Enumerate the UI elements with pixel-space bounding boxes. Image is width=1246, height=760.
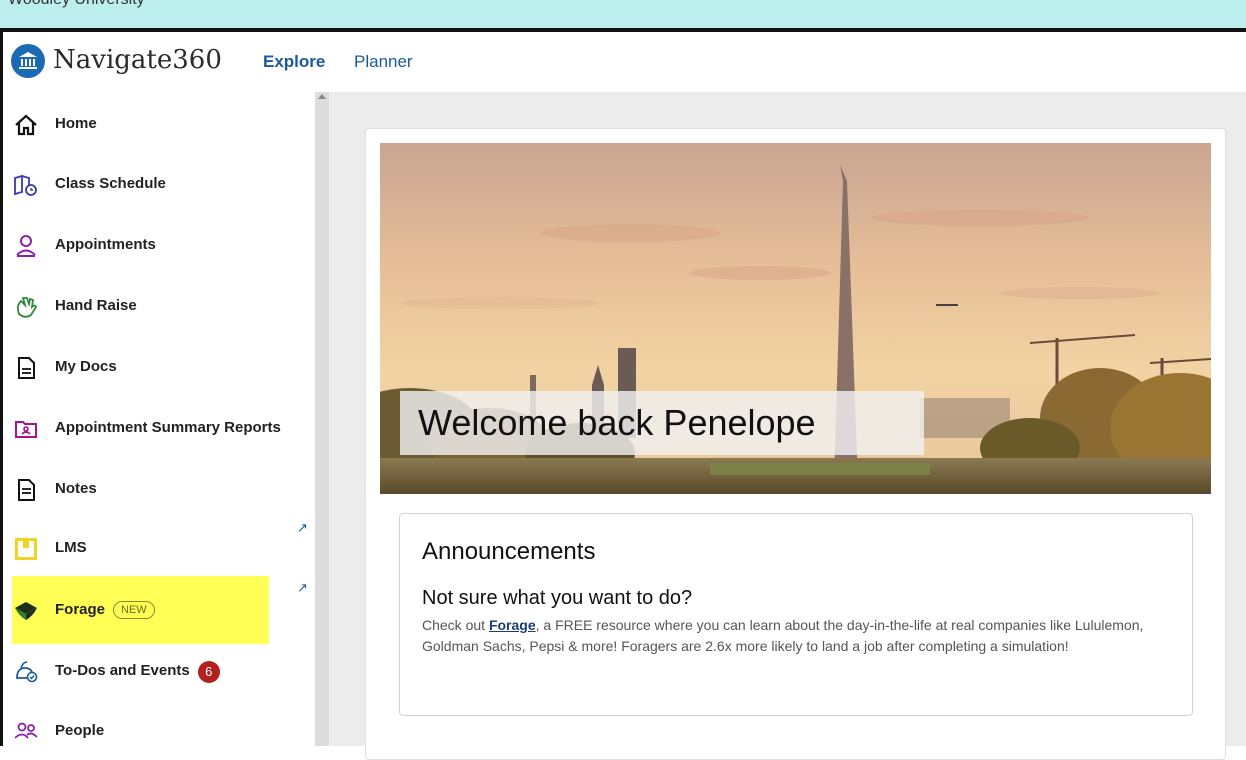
- sidebar: Home Class Schedule Appointments Hand Ra…: [3, 92, 315, 746]
- home-icon: [15, 114, 37, 136]
- sidebar-item-label: To-Dos and Events 6: [55, 661, 220, 683]
- sidebar-scrollbar[interactable]: [315, 92, 329, 746]
- sidebar-item-lms[interactable]: LMS: [3, 524, 303, 572]
- window-title-bar: Woodley University: [0, 0, 1246, 32]
- todo-count-badge: 6: [197, 661, 220, 683]
- tab-planner[interactable]: Planner: [354, 52, 413, 72]
- sidebar-item-label: Home: [55, 115, 97, 132]
- forage-icon: [15, 602, 37, 620]
- sidebar-item-class-schedule[interactable]: Class Schedule: [3, 160, 303, 208]
- university-logo-icon[interactable]: [11, 44, 45, 78]
- announcement-title: Not sure what you want to do?: [422, 587, 693, 609]
- sidebar-item-hand-raise[interactable]: Hand Raise: [3, 282, 303, 330]
- external-link-icon[interactable]: ↗: [297, 580, 308, 596]
- sidebar-item-notes[interactable]: Notes: [3, 465, 303, 513]
- sidebar-item-label: Notes: [55, 480, 97, 497]
- tab-explore[interactable]: Explore: [263, 52, 325, 72]
- sidebar-item-label: Forage NEW: [55, 601, 155, 619]
- class-schedule-icon: [14, 174, 37, 196]
- sidebar-item-label: Appointment Summary Reports: [55, 419, 281, 436]
- sidebar-item-label: LMS: [55, 539, 87, 556]
- announcements-heading: Announcements: [422, 538, 596, 565]
- notes-icon: [18, 479, 35, 501]
- forage-link[interactable]: Forage: [489, 617, 536, 633]
- sidebar-item-appointment-summary-reports[interactable]: Appointment Summary Reports: [3, 404, 303, 452]
- sidebar-item-label: Appointments: [55, 236, 156, 253]
- app-header: Navigate360 Explore Planner: [3, 32, 1246, 93]
- todos-label: To-Dos and Events: [55, 662, 190, 679]
- person-icon: [16, 235, 36, 257]
- sidebar-item-home[interactable]: Home: [3, 100, 303, 148]
- sidebar-item-appointments[interactable]: Appointments: [3, 221, 303, 269]
- announcement-body: Check out Forage, a FREE resource where …: [422, 615, 1172, 657]
- forage-label: Forage: [55, 601, 106, 618]
- hand-raise-icon: [16, 297, 37, 318]
- document-icon: [18, 357, 35, 379]
- people-icon: [14, 722, 38, 739]
- folder-report-icon: [15, 421, 37, 438]
- window-title: Woodley University: [8, 0, 145, 9]
- external-link-icon[interactable]: ↗: [297, 520, 308, 536]
- sidebar-item-forage[interactable]: Forage NEW: [3, 586, 303, 634]
- sidebar-item-todos-events[interactable]: To-Dos and Events 6: [3, 646, 303, 694]
- lms-icon: [15, 538, 37, 560]
- announcement-text-before: Check out: [422, 617, 489, 633]
- sidebar-item-label: People: [55, 722, 105, 739]
- todo-icon: [16, 661, 38, 683]
- scroll-up-icon[interactable]: [318, 94, 326, 99]
- new-badge: NEW: [113, 601, 155, 619]
- sidebar-item-label: Class Schedule: [55, 175, 166, 192]
- brand-name: Navigate360: [53, 45, 222, 75]
- sidebar-item-people[interactable]: People: [3, 707, 303, 755]
- sidebar-item-label: Hand Raise: [55, 297, 137, 314]
- welcome-message: Welcome back Penelope: [418, 402, 816, 443]
- welcome-banner: Welcome back Penelope: [400, 391, 924, 455]
- sidebar-item-my-docs[interactable]: My Docs: [3, 343, 303, 391]
- sidebar-item-label: My Docs: [55, 358, 117, 375]
- announcements-panel: Announcements Not sure what you want to …: [399, 513, 1193, 716]
